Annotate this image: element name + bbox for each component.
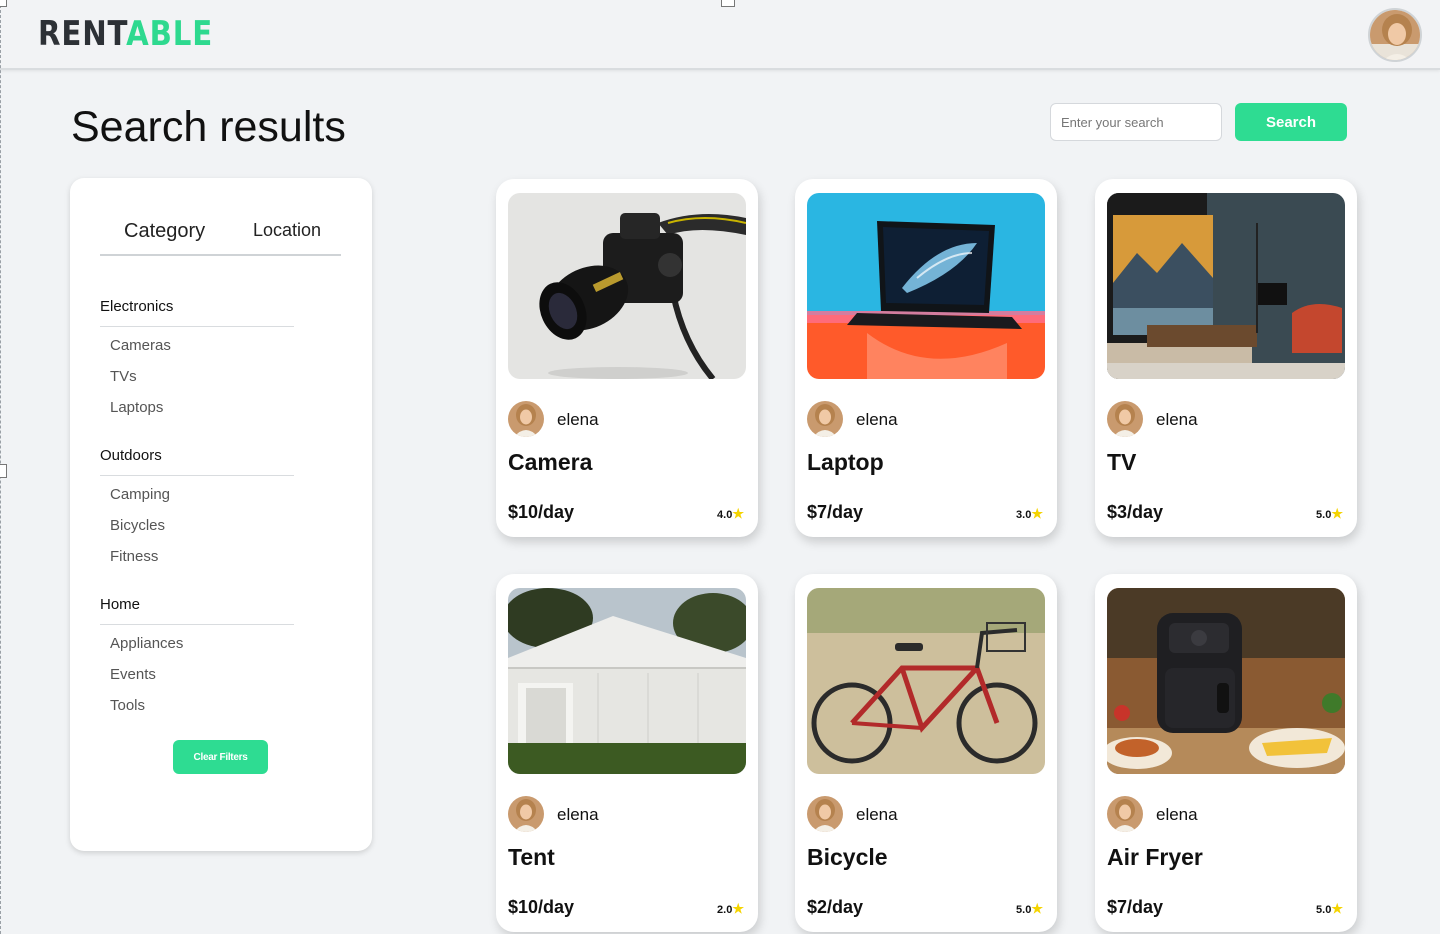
owner-name[interactable]: elena (1156, 410, 1198, 430)
item-price: $10/day (508, 897, 575, 917)
filter-item-cameras[interactable]: Cameras (110, 337, 171, 354)
rating-value: 5.0 (1016, 904, 1032, 916)
bicycle-photo (807, 588, 1045, 774)
resize-handle-top-left[interactable] (0, 0, 7, 7)
filter-group-home[interactable]: Home (100, 596, 140, 613)
star-icon: ★ (1031, 506, 1043, 521)
filter-item-fitness[interactable]: Fitness (110, 548, 158, 565)
owner-avatar[interactable] (807, 796, 843, 832)
item-title[interactable]: Camera (508, 449, 592, 476)
filter-panel: Category Location Electronics Cameras TV… (70, 178, 372, 851)
item-price: $7/day (807, 502, 864, 522)
owner-avatar[interactable] (508, 796, 544, 832)
divider (100, 624, 294, 625)
item-rating: 5.0★ (1016, 901, 1043, 917)
item-title[interactable]: Air Fryer (1107, 844, 1203, 871)
tent-photo (508, 588, 746, 774)
listing-card-camera[interactable]: elena Camera $10/day 4.0★ (496, 179, 758, 537)
air-fryer-photo (1107, 588, 1345, 774)
tab-category[interactable]: Category (124, 220, 205, 243)
item-title[interactable]: Laptop (807, 449, 884, 476)
listing-card-tv[interactable]: elena TV $3/day 5.0★ (1095, 179, 1357, 537)
rentable-logo[interactable]: RENTABLE (38, 14, 213, 54)
owner-name[interactable]: elena (856, 410, 898, 430)
rating-value: 5.0 (1316, 904, 1332, 916)
resize-handle-middle-left[interactable] (0, 464, 7, 478)
filter-item-laptops[interactable]: Laptops (110, 399, 163, 416)
divider (100, 326, 294, 327)
owner-name[interactable]: elena (856, 805, 898, 825)
item-rating: 2.0★ (717, 901, 744, 917)
item-rating: 5.0★ (1316, 506, 1343, 522)
item-price: $7/day (1107, 897, 1164, 917)
user-avatar[interactable] (1368, 8, 1422, 62)
listing-card-bicycle[interactable]: elena Bicycle $2/day 5.0★ (795, 574, 1057, 932)
item-price: $3/day (1107, 502, 1164, 522)
item-title[interactable]: TV (1107, 449, 1136, 476)
filter-item-tools[interactable]: Tools (110, 697, 145, 714)
owner-avatar[interactable] (807, 401, 843, 437)
item-price: $2/day (807, 897, 864, 917)
logo-text-able: ABLE (126, 14, 214, 54)
camera-photo (508, 193, 746, 379)
item-price: $10/day (508, 502, 575, 522)
filter-item-bicycles[interactable]: Bicycles (110, 517, 165, 534)
item-title[interactable]: Tent (508, 844, 555, 871)
filter-item-appliances[interactable]: Appliances (110, 635, 183, 652)
star-icon: ★ (732, 506, 744, 521)
rating-value: 5.0 (1316, 509, 1332, 521)
resize-handle-top-center[interactable] (721, 0, 735, 7)
listing-card-air-fryer[interactable]: elena Air Fryer $7/day 5.0★ (1095, 574, 1357, 932)
rating-value: 4.0 (717, 509, 733, 521)
star-icon: ★ (1331, 506, 1343, 521)
laptop-photo (807, 193, 1045, 379)
filter-item-events[interactable]: Events (110, 666, 156, 683)
search-button[interactable]: Search (1235, 103, 1347, 141)
owner-name[interactable]: elena (557, 805, 599, 825)
item-title[interactable]: Bicycle (807, 844, 888, 871)
rating-value: 2.0 (717, 904, 733, 916)
tv-photo (1107, 193, 1345, 379)
filter-tabs: Category Location (100, 220, 341, 256)
filter-item-camping[interactable]: Camping (110, 486, 170, 503)
top-header: RENTABLE (0, 0, 1440, 70)
page-title: Search results (71, 103, 346, 151)
logo-text-rent: RENT (38, 14, 127, 54)
owner-avatar[interactable] (1107, 796, 1143, 832)
divider (100, 475, 294, 476)
filter-group-outdoors[interactable]: Outdoors (100, 447, 162, 464)
star-icon: ★ (1331, 901, 1343, 916)
listing-card-tent[interactable]: elena Tent $10/day 2.0★ (496, 574, 758, 932)
search-input[interactable] (1050, 103, 1222, 141)
item-rating: 5.0★ (1316, 901, 1343, 917)
listing-card-laptop[interactable]: elena Laptop $7/day 3.0★ (795, 179, 1057, 537)
owner-avatar[interactable] (508, 401, 544, 437)
star-icon: ★ (1031, 901, 1043, 916)
clear-filters-button[interactable]: Clear Filters (173, 740, 268, 774)
owner-name[interactable]: elena (557, 410, 599, 430)
owner-name[interactable]: elena (1156, 805, 1198, 825)
filter-item-tvs[interactable]: TVs (110, 368, 137, 385)
rating-value: 3.0 (1016, 509, 1032, 521)
owner-avatar[interactable] (1107, 401, 1143, 437)
tab-location[interactable]: Location (253, 220, 321, 241)
filter-group-electronics[interactable]: Electronics (100, 298, 173, 315)
star-icon: ★ (732, 901, 744, 916)
item-rating: 4.0★ (717, 506, 744, 522)
item-rating: 3.0★ (1016, 506, 1043, 522)
